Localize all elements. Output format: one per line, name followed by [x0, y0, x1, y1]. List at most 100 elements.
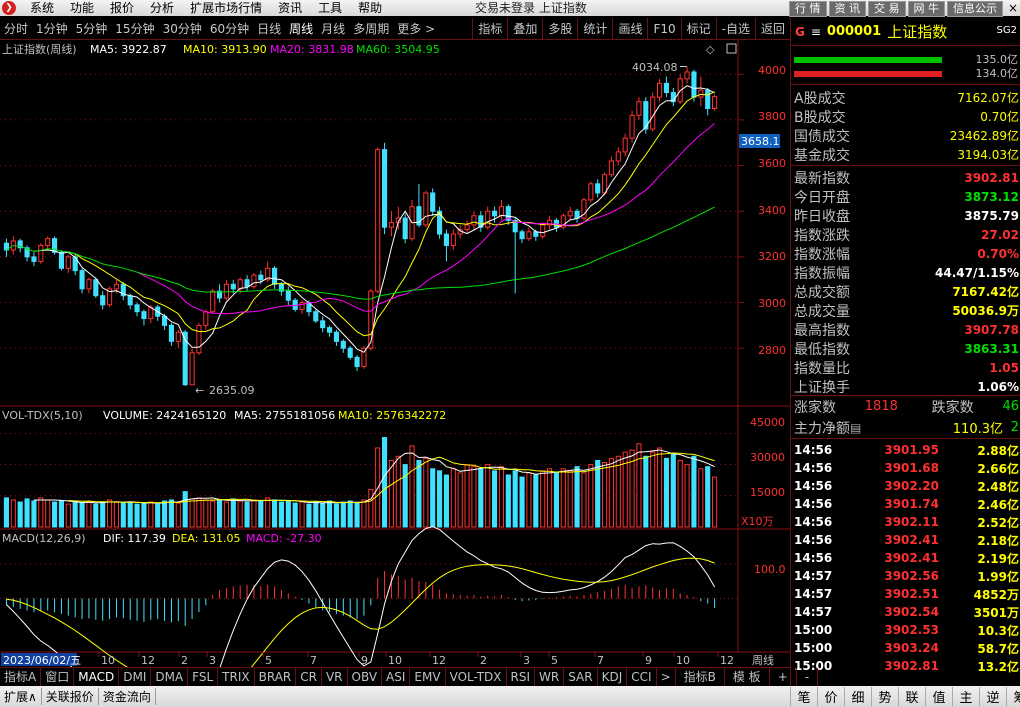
tool-indicator[interactable]: 指标: [472, 17, 507, 40]
indicator-tab[interactable]: CCI: [627, 667, 657, 686]
candle-body: [698, 89, 704, 98]
indicator-tab[interactable]: WR: [535, 667, 565, 686]
indicator-tab[interactable]: 窗口: [41, 667, 75, 686]
trade-button[interactable]: 交 易: [868, 1, 906, 17]
table-icon[interactable]: ▤: [850, 421, 861, 435]
tick-amount: 13.2亿: [977, 659, 1019, 674]
indicator-tab[interactable]: DMI: [119, 667, 152, 686]
close-icon[interactable]: ×: [1008, 0, 1018, 16]
g-label[interactable]: G: [795, 25, 805, 39]
date-tick-label: 9: [361, 654, 368, 667]
volume-bar: [299, 501, 305, 528]
fund-flow-button[interactable]: 资金流向: [99, 688, 156, 705]
panel-switch-button[interactable]: 主: [952, 687, 979, 706]
diamond-icon[interactable]: ◇: [706, 43, 715, 56]
period-15min[interactable]: 15分钟: [111, 18, 158, 40]
tick-amount: 2.52亿: [977, 515, 1019, 530]
tool-f10[interactable]: F10: [647, 17, 680, 40]
tool-statistics[interactable]: 统计: [577, 17, 612, 40]
menu-quote[interactable]: 报价: [102, 0, 142, 16]
volume-bar: [677, 459, 683, 528]
volume-bar: [388, 459, 394, 528]
period-multi[interactable]: 多周期: [349, 18, 393, 40]
expand-button[interactable]: 扩展∧: [0, 688, 42, 705]
period-1min[interactable]: 1分钟: [32, 18, 72, 40]
date-tick-label: 3: [209, 654, 216, 667]
indicator-tab[interactable]: ASI: [382, 667, 411, 686]
menu-function[interactable]: 功能: [62, 0, 102, 16]
info-disclosure-button[interactable]: 信息公示: [947, 1, 1003, 17]
index-stat-row: 指数量比 1.05: [791, 358, 1020, 377]
tool-mark[interactable]: 标记: [680, 17, 716, 40]
tab-control-button[interactable]: 指标B: [676, 667, 725, 686]
period-daily[interactable]: 日线: [253, 18, 285, 40]
related-quote-button[interactable]: 关联报价: [42, 688, 99, 705]
tick-price: 3903.24: [884, 641, 939, 655]
main-title: 上证指数(周线): [2, 42, 77, 56]
tool-back[interactable]: 返回: [754, 17, 790, 40]
indicator-tab[interactable]: VR: [322, 667, 348, 686]
tick-time: 14:57: [794, 605, 833, 619]
menu-analysis[interactable]: 分析: [142, 0, 182, 16]
index-stat-value: 44.47/1.15%: [935, 265, 1019, 280]
indicator-tab[interactable]: KDJ: [598, 667, 628, 686]
news-button[interactable]: 资 讯: [828, 1, 866, 17]
tab-control-button[interactable]: -: [797, 667, 819, 686]
market-button[interactable]: 行 情: [789, 1, 827, 17]
volume-bar: [175, 502, 181, 528]
indicator-tab[interactable]: BRAR: [255, 667, 297, 686]
period-monthly[interactable]: 月线: [317, 18, 349, 40]
panel-switch-button[interactable]: 筹: [1006, 687, 1020, 706]
panel-switch-button[interactable]: 值: [925, 687, 952, 706]
tab-control-button[interactable]: 模 板: [725, 667, 770, 686]
indicator-tab[interactable]: EMV: [410, 667, 446, 686]
sg-badge: SG2: [996, 25, 1017, 36]
index-stat-label: 上证换手: [794, 379, 850, 396]
period-60min[interactable]: 60分钟: [206, 18, 253, 40]
panel-switch-button[interactable]: 笔: [790, 687, 817, 706]
stat-value: 23462.89亿: [949, 129, 1019, 143]
panel-switch-button[interactable]: 细: [844, 687, 871, 706]
indicator-tab[interactable]: DMA: [151, 667, 189, 686]
indicator-tab[interactable]: VOL-TDX: [446, 667, 507, 686]
indicator-tab[interactable]: TRIX: [218, 667, 255, 686]
volume-bar: [492, 470, 498, 528]
menu-icon[interactable]: ≡: [811, 25, 821, 39]
period-5min[interactable]: 5分钟: [72, 18, 112, 40]
tool-multi-stock[interactable]: 多股: [542, 17, 577, 40]
wangniu-button[interactable]: 网 牛: [907, 1, 945, 17]
vol-unit-label: X10万: [741, 515, 774, 528]
period-weekly[interactable]: 周线: [285, 18, 317, 40]
period-timeshare[interactable]: 分时: [0, 18, 32, 40]
indicator-tab[interactable]: 指标A: [0, 667, 42, 686]
menu-help[interactable]: 帮助: [350, 0, 390, 16]
tick-price: 3902.53: [884, 623, 939, 637]
indicator-tab[interactable]: SAR: [564, 667, 598, 686]
tool-overlay[interactable]: 叠加: [507, 17, 542, 40]
period-more[interactable]: 更多 >: [393, 18, 439, 40]
panel-switch-button[interactable]: 价: [817, 687, 844, 706]
menu-system[interactable]: 系统: [22, 0, 62, 16]
tool-draw-line[interactable]: 画线: [612, 17, 647, 40]
period-30min[interactable]: 30分钟: [159, 18, 206, 40]
indicator-tab[interactable]: OBV: [348, 667, 383, 686]
indicator-tab[interactable]: RSI: [507, 667, 536, 686]
indicator-tab[interactable]: FSL: [188, 667, 219, 686]
menu-extended-market[interactable]: 扩展市场行情: [182, 0, 270, 16]
panel-switch-button[interactable]: 逆: [979, 687, 1006, 706]
candle-body: [608, 160, 614, 176]
indicator-tab[interactable]: >: [657, 667, 676, 686]
panel-switch-button[interactable]: 联: [898, 687, 925, 706]
indicator-tab[interactable]: CR: [296, 667, 322, 686]
volume-bar: [691, 455, 697, 528]
chart-area[interactable]: 上证指数(周线) MA5: 3922.87 MA10: 3913.90 MA20…: [0, 40, 790, 667]
volume-bar: [72, 501, 78, 528]
indicator-tab[interactable]: MACD: [74, 667, 120, 686]
tab-control-button[interactable]: +: [770, 667, 797, 686]
panel-switch-button[interactable]: 势: [871, 687, 898, 706]
menu-tools[interactable]: 工具: [310, 0, 350, 16]
candle-body: [636, 101, 642, 116]
window-toggle-icon[interactable]: [726, 43, 737, 54]
tool-remove-watchlist[interactable]: -自选: [715, 17, 755, 40]
menu-news[interactable]: 资讯: [270, 0, 310, 16]
